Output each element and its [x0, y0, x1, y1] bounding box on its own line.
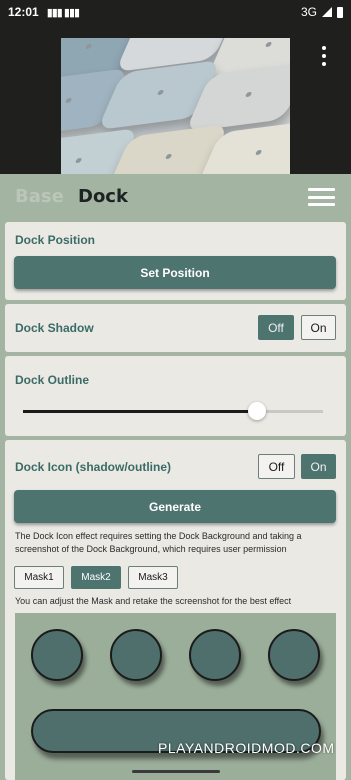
dock-position-title: Dock Position — [15, 233, 96, 247]
dock-icon-placeholder — [268, 629, 320, 681]
mask-adjust-note: You can adjust the Mask and retake the s… — [15, 596, 292, 606]
tab-bar: Base Dock — [0, 174, 351, 220]
dock-shadow-card: Dock Shadow Off On — [5, 304, 346, 352]
status-right: 3G — [301, 5, 343, 19]
slider-thumb[interactable] — [248, 402, 266, 420]
tab-dock[interactable]: Dock — [78, 186, 128, 207]
dock-icon-placeholder — [189, 629, 241, 681]
dock-shadow-title: Dock Shadow — [15, 321, 94, 335]
battery-icon — [337, 6, 343, 18]
mask3-button[interactable]: Mask3 — [128, 566, 178, 589]
tab-base[interactable]: Base — [15, 186, 64, 207]
wallpaper-preview-area — [0, 24, 351, 198]
home-indicator[interactable] — [132, 770, 220, 773]
watermark-text: PLAYANDROIDMOD.COM — [158, 740, 335, 756]
dock-outline-title: Dock Outline — [15, 373, 90, 387]
dock-icon-permission-note: The Dock Icon effect requires setting th… — [15, 531, 302, 554]
notification-icon: ▮▮▮ ▮▮▮ — [46, 6, 80, 19]
hamburger-menu-icon[interactable] — [308, 188, 335, 206]
status-bar: 12:01 ▮▮▮ ▮▮▮ 3G — [0, 0, 351, 24]
settings-panel: Base Dock Dock Position Set Position Doc… — [0, 174, 351, 780]
slider-fill — [23, 410, 257, 413]
dock-shadow-off-toggle[interactable]: Off — [258, 315, 294, 340]
dock-icon-card: Dock Icon (shadow/outline) Off On Genera… — [5, 440, 346, 780]
signal-icon — [322, 7, 332, 17]
mask2-button[interactable]: Mask2 — [71, 566, 121, 589]
mask1-button[interactable]: Mask1 — [14, 566, 64, 589]
dock-icon-title: Dock Icon (shadow/outline) — [15, 460, 172, 474]
set-position-button[interactable]: Set Position — [14, 256, 336, 289]
dock-icon-on-toggle[interactable]: On — [301, 454, 336, 479]
dock-position-card: Dock Position Set Position — [5, 222, 346, 300]
dock-icon-off-toggle[interactable]: Off — [258, 454, 295, 479]
dock-shadow-on-toggle[interactable]: On — [301, 315, 336, 340]
dock-icon-placeholder — [31, 629, 83, 681]
dock-icon-placeholder — [110, 629, 162, 681]
network-type: 3G — [300, 5, 317, 19]
dock-outline-card: Dock Outline — [5, 356, 346, 436]
dock-outline-slider[interactable] — [23, 402, 323, 420]
generate-button[interactable]: Generate — [14, 490, 336, 523]
more-options-icon[interactable] — [320, 46, 328, 66]
status-time: 12:01 — [8, 5, 39, 19]
